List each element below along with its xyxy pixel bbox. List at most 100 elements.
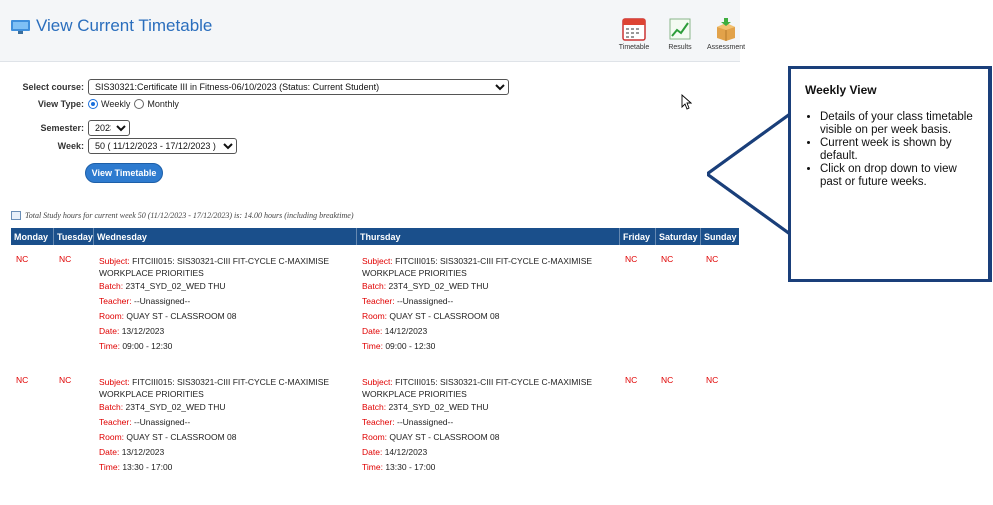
view-type-row: View Type: Weekly Monthly [0, 99, 179, 109]
teacher-label: Teacher: [99, 417, 132, 427]
weekly-radio[interactable] [88, 99, 98, 109]
view-timetable-button[interactable]: View Timetable [85, 163, 163, 183]
monday-cell: NC [16, 375, 29, 385]
batch-label: Batch: [362, 402, 387, 412]
timetable-link[interactable]: Timetable [614, 16, 654, 51]
semester-label: Semester: [40, 123, 84, 133]
results-link-label: Results [668, 44, 692, 51]
tuesday-cell: NC [59, 375, 72, 385]
teacher-value: --Unassigned-- [133, 296, 191, 306]
quick-links: Timetable Results Assessment [614, 16, 746, 51]
header-tuesday: Tuesday [54, 228, 94, 245]
room-value: QUAY ST - CLASSROOM 08 [126, 311, 237, 321]
date-value: 14/12/2023 [384, 326, 428, 336]
teacher-value: --Unassigned-- [396, 296, 454, 306]
room-value: QUAY ST - CLASSROOM 08 [389, 311, 500, 321]
date-value: 13/12/2023 [121, 326, 165, 336]
table-row: NC NC Subject: FITCIII015: SIS30321-CIII… [11, 375, 739, 475]
callout-bullet: Click on drop down to view past or futur… [820, 163, 978, 189]
assessment-link[interactable]: Assessment [706, 16, 746, 51]
date-value: 14/12/2023 [384, 447, 428, 457]
semester-row: Semester: 2023 [0, 120, 130, 136]
batch-label: Batch: [99, 281, 124, 291]
callout-list: Details of your class timetable visible … [805, 111, 978, 189]
time-value: 13:30 - 17:00 [122, 462, 173, 472]
teacher-label: Teacher: [362, 417, 395, 427]
wednesday-session: Subject: FITCIII015: SIS30321-CIII FIT-C… [94, 375, 357, 475]
subject-value: FITCIII015: SIS30321-CIII FIT-CYCLE C-MA… [132, 377, 330, 387]
thursday-session: Subject: FITCIII015: SIS30321-CIII FIT-C… [357, 254, 620, 354]
tuesday-cell: NC [59, 254, 72, 264]
friday-cell: NC [625, 375, 638, 385]
study-hours-text: Total Study hours for current week 50 (1… [25, 211, 354, 220]
subject-label: Subject: [362, 377, 393, 387]
subject-label: Subject: [99, 256, 130, 266]
assessment-link-label: Assessment [706, 44, 746, 51]
monthly-radio-label: Monthly [147, 99, 179, 109]
page-header: View Current Timetable Timetable Results [0, 0, 745, 62]
semester-select[interactable]: 2023 [88, 120, 130, 136]
week-label: Week: [57, 141, 84, 151]
time-label: Time: [362, 341, 383, 351]
room-label: Room: [99, 311, 125, 321]
date-label: Date: [362, 326, 383, 336]
header-monday: Monday [11, 228, 54, 245]
page-title: View Current Timetable [36, 16, 213, 35]
study-hours-summary: Total Study hours for current week 50 (1… [11, 211, 354, 220]
time-value: 09:00 - 12:30 [385, 341, 436, 351]
chart-icon [669, 18, 691, 40]
week-select[interactable]: 50 ( 11/12/2023 - 17/12/2023 ) [88, 138, 237, 154]
room-value: QUAY ST - CLASSROOM 08 [389, 432, 500, 442]
results-link[interactable]: Results [660, 16, 700, 51]
table-row: NC NC Subject: FITCIII015: SIS30321-CIII… [11, 254, 739, 354]
time-value: 13:30 - 17:00 [385, 462, 436, 472]
box-icon [717, 18, 735, 41]
subject-value: FITCIII015: SIS30321-CIII FIT-CYCLE C-MA… [132, 256, 330, 266]
week-row: Week: 50 ( 11/12/2023 - 17/12/2023 ) [0, 138, 237, 154]
date-label: Date: [99, 447, 120, 457]
thursday-session: Subject: FITCIII015: SIS30321-CIII FIT-C… [357, 375, 620, 475]
teacher-label: Teacher: [362, 296, 395, 306]
batch-label: Batch: [99, 402, 124, 412]
callout-bullet: Current week is shown by default. [820, 137, 978, 163]
header-friday: Friday [620, 228, 656, 245]
saturday-cell: NC [661, 375, 674, 385]
callout-title: Weekly View [805, 83, 877, 97]
saturday-cell: NC [661, 254, 674, 264]
mouse-cursor-icon [681, 94, 692, 110]
date-value: 13/12/2023 [121, 447, 165, 457]
timetable-header: Monday Tuesday Wednesday Thursday Friday… [11, 228, 739, 245]
monthly-radio[interactable] [134, 99, 145, 109]
batch-value: 23T4_SYD_02_WED THU [125, 281, 226, 291]
time-label: Time: [362, 462, 383, 472]
sunday-cell: NC [706, 375, 719, 385]
header-saturday: Saturday [656, 228, 701, 245]
room-label: Room: [99, 432, 125, 442]
room-value: QUAY ST - CLASSROOM 08 [126, 432, 237, 442]
header-wednesday: Wednesday [94, 228, 357, 245]
header-thursday: Thursday [357, 228, 620, 245]
callout-bullet: Details of your class timetable visible … [820, 111, 978, 137]
teacher-value: --Unassigned-- [133, 417, 191, 427]
monitor-icon [11, 20, 30, 34]
batch-value: 23T4_SYD_02_WED THU [388, 402, 489, 412]
friday-cell: NC [625, 254, 638, 264]
teacher-value: --Unassigned-- [396, 417, 454, 427]
room-label: Room: [362, 432, 388, 442]
monday-cell: NC [16, 254, 29, 264]
time-value: 09:00 - 12:30 [122, 341, 173, 351]
course-label: Select course: [22, 82, 84, 92]
course-select[interactable]: SIS30321:Certificate III in Fitness-06/1… [88, 79, 509, 95]
timetable-link-label: Timetable [618, 44, 650, 51]
time-label: Time: [99, 341, 120, 351]
wednesday-session: Subject: FITCIII015: SIS30321-CIII FIT-C… [94, 254, 357, 354]
date-label: Date: [99, 326, 120, 336]
subject-label: Subject: [99, 377, 130, 387]
room-label: Room: [362, 311, 388, 321]
calendar-small-icon [11, 211, 21, 220]
calendar-icon [622, 18, 646, 41]
subject-value: FITCIII015: SIS30321-CIII FIT-CYCLE C-MA… [395, 256, 593, 266]
subject-label: Subject: [362, 256, 393, 266]
subject-value: FITCIII015: SIS30321-CIII FIT-CYCLE C-MA… [395, 377, 593, 387]
weekly-radio-label: Weekly [101, 99, 131, 109]
